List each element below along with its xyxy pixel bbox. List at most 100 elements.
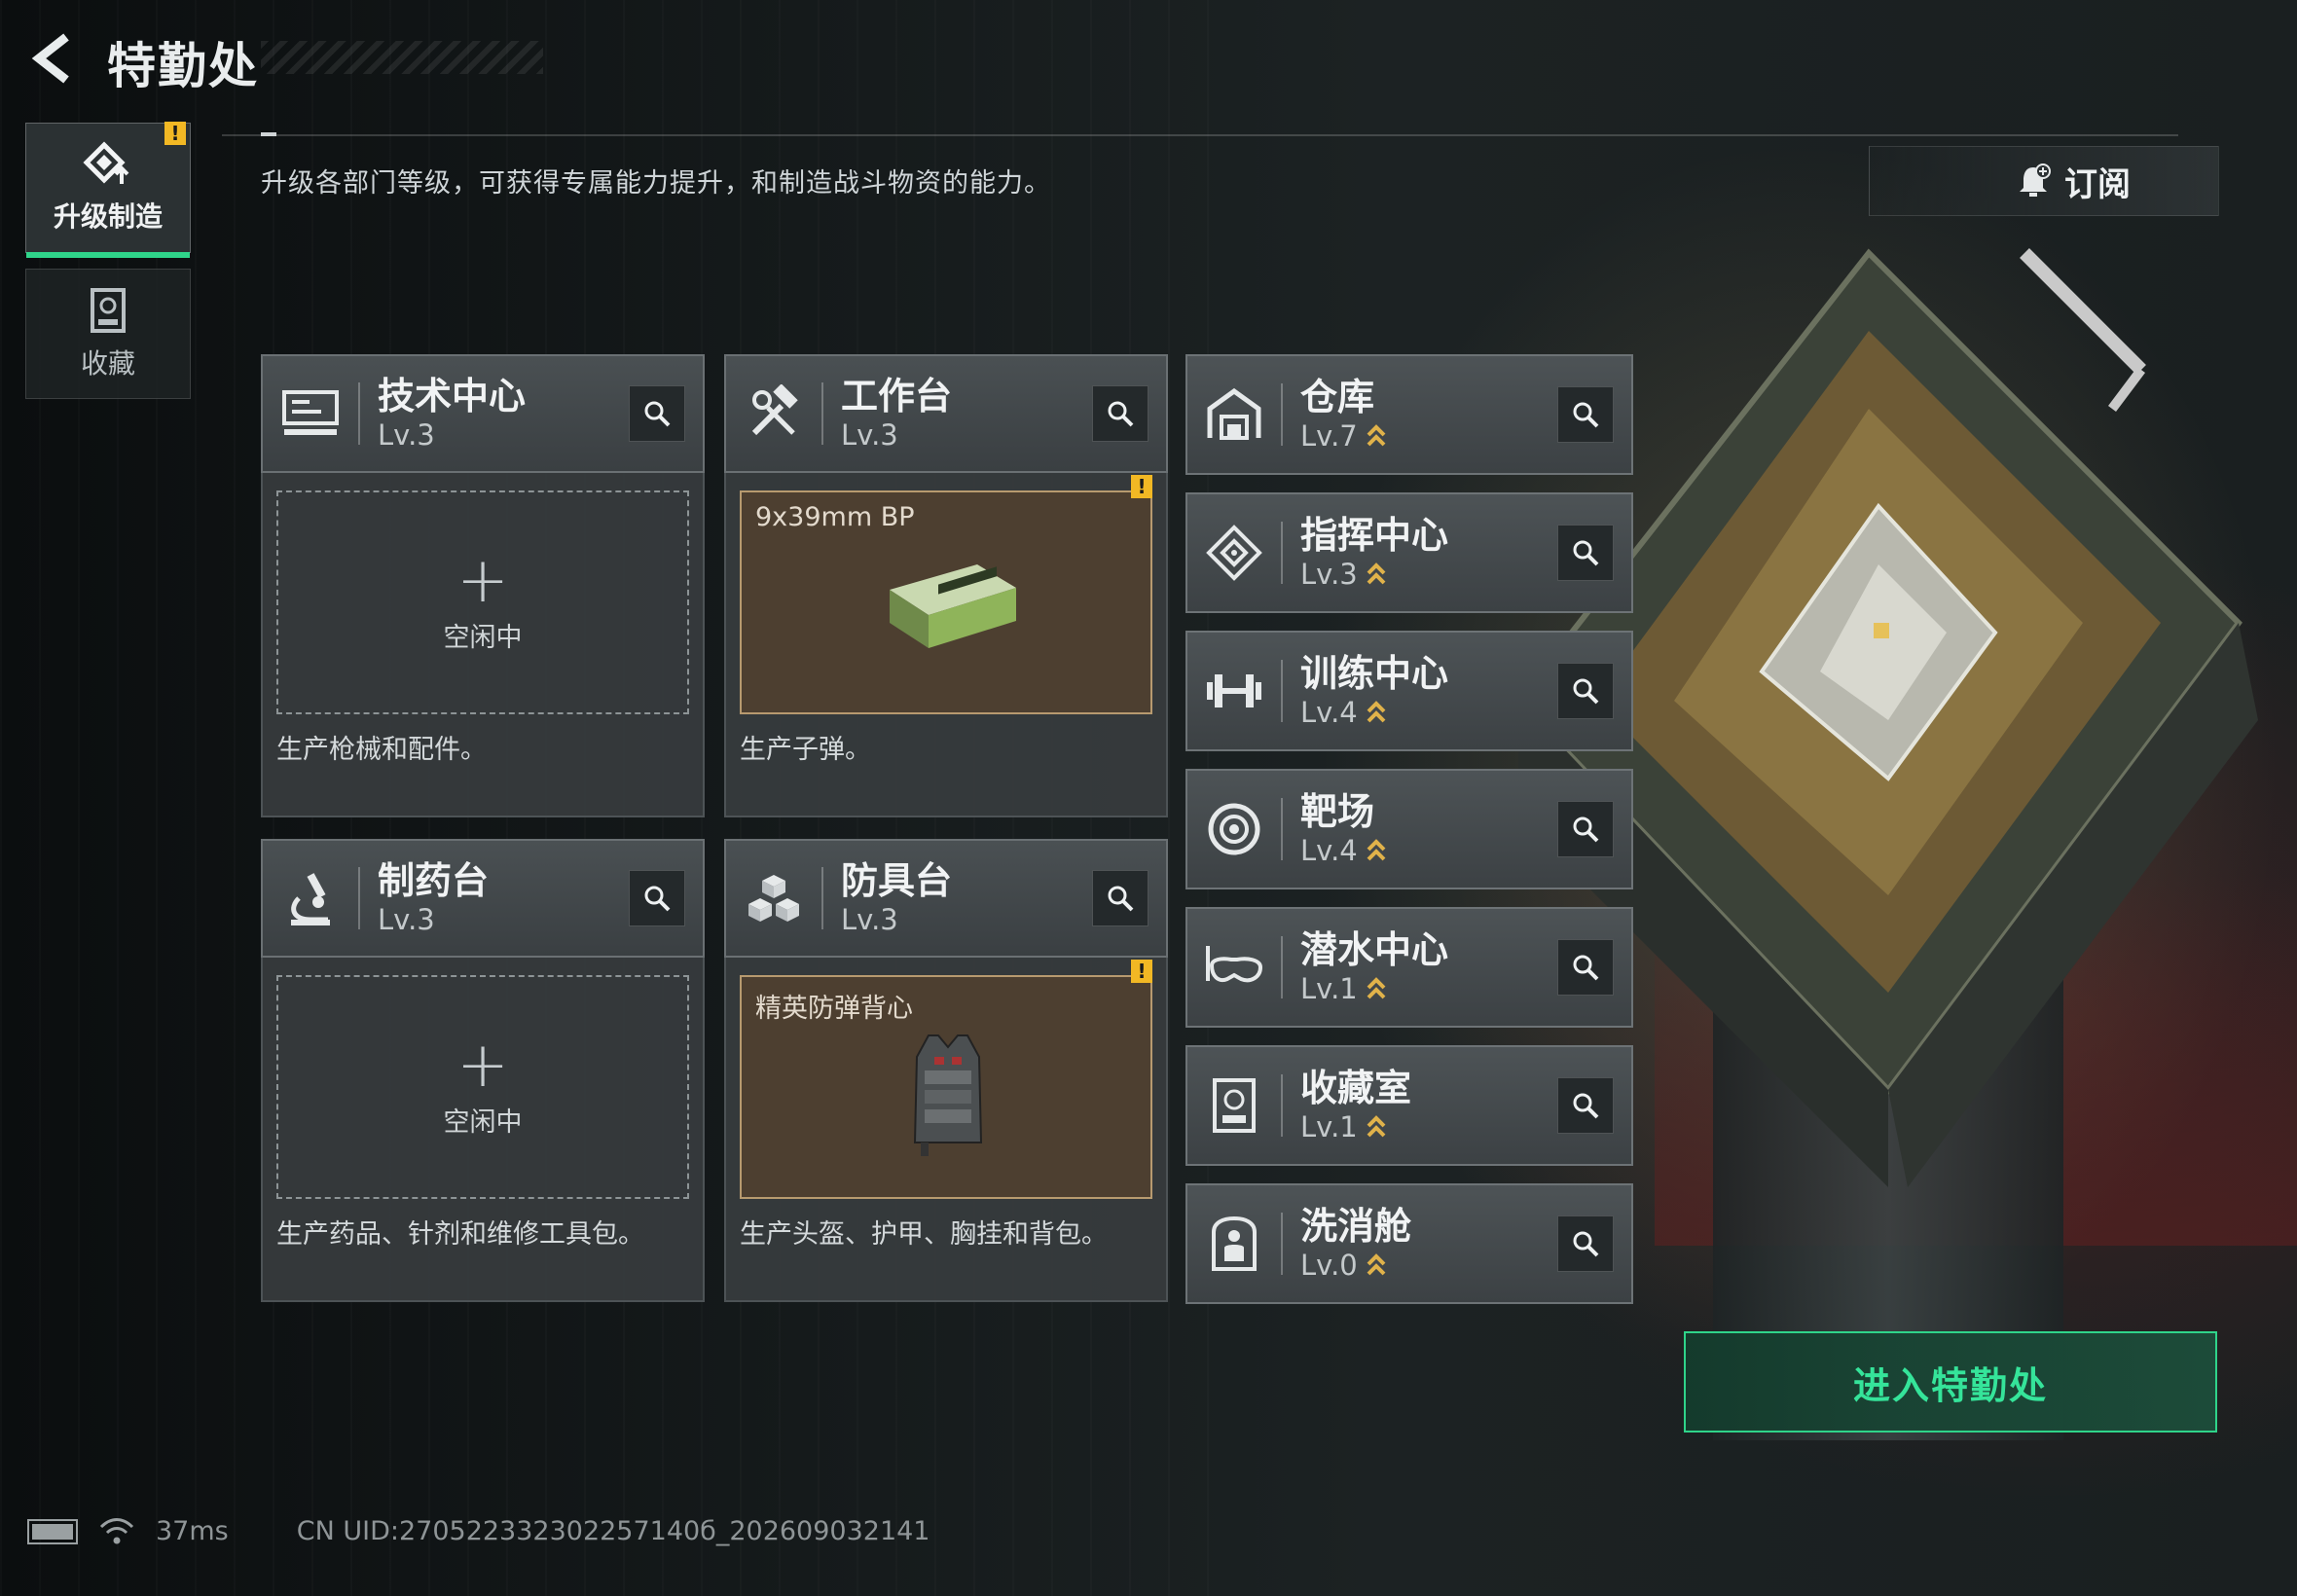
upgrade-chevron-icon <box>1367 562 1386 585</box>
back-button[interactable] <box>25 29 84 88</box>
station-header[interactable]: 制药台 Lv.3 <box>261 839 705 958</box>
craft-slot-item[interactable]: ! 精英防弹背心 <box>740 960 1152 1199</box>
search-button[interactable] <box>629 385 685 442</box>
search-icon <box>1573 1093 1599 1119</box>
search-button[interactable] <box>1557 1215 1614 1272</box>
facility-name: 潜水中心 <box>1300 928 1449 971</box>
facility-shooting-range[interactable]: 靶场 Lv.4 <box>1185 769 1633 889</box>
upgrade-chevron-icon <box>1367 701 1386 723</box>
craft-slot-item[interactable]: ! 9x39mm BP <box>740 475 1152 714</box>
craft-slot-empty[interactable]: + 空闲中 <box>276 975 689 1199</box>
facility-level: Lv.4 <box>1300 834 1358 867</box>
status-bar: 37ms CN UID:270522332302257140б_20260903… <box>27 1516 930 1546</box>
search-icon <box>1573 955 1599 981</box>
search-icon <box>1573 402 1599 428</box>
decon-pod-icon <box>1212 1215 1257 1271</box>
tab-collection-label: 收藏 <box>80 347 135 380</box>
facility-name: 指挥中心 <box>1300 514 1449 557</box>
station-description: 生产子弹。 <box>740 735 871 765</box>
item-name: 9x39mm BP <box>755 502 915 532</box>
station-header[interactable]: 工作台 Lv.3 <box>724 354 1168 473</box>
facility-decon-pod[interactable]: 洗消舱 Lv.0 <box>1185 1183 1633 1304</box>
facility-diving-center[interactable]: 潜水中心 Lv.1 <box>1185 907 1633 1028</box>
station-name: 防具台 <box>841 859 953 902</box>
search-button[interactable] <box>1557 1077 1614 1134</box>
facility-collection-room[interactable]: 收藏室 Lv.1 <box>1185 1045 1633 1166</box>
search-button[interactable] <box>1557 386 1614 443</box>
warehouse-icon <box>1207 387 1261 440</box>
search-icon <box>1573 816 1599 843</box>
upgrade-chevron-icon <box>1367 1253 1386 1276</box>
station-description: 生产枪械和配件。 <box>276 735 487 765</box>
armor-vest-icon <box>913 1034 983 1156</box>
facility-level: Lv.7 <box>1300 419 1358 453</box>
facility-name: 训练中心 <box>1300 652 1449 695</box>
diving-mask-icon <box>1206 946 1263 983</box>
item-name: 精英防弹背心 <box>755 994 913 1024</box>
tab-collection[interactable]: 收藏 <box>25 269 191 399</box>
command-diamond-icon <box>1206 525 1262 581</box>
facility-level: Lv.4 <box>1300 696 1358 729</box>
add-icon: + <box>456 544 509 617</box>
facility-level: Lv.0 <box>1300 1249 1358 1282</box>
search-icon <box>1573 678 1599 705</box>
search-button[interactable] <box>1557 801 1614 857</box>
subscribe-button[interactable]: 订阅 <box>1869 146 2219 216</box>
add-icon: + <box>456 1029 509 1102</box>
title-decoration <box>261 41 543 74</box>
search-button[interactable] <box>1557 939 1614 996</box>
station-name: 制药台 <box>378 859 490 902</box>
search-button[interactable] <box>629 870 685 926</box>
station-description: 生产头盔、护甲、胸挂和背包。 <box>740 1219 1108 1250</box>
upgrade-chevron-icon <box>1367 977 1386 999</box>
station-header[interactable]: 技术中心 Lv.3 <box>261 354 705 473</box>
bell-plus-icon <box>2020 163 2051 197</box>
ping-value: 37ms <box>156 1516 229 1546</box>
station-tech-center: 技术中心 Lv.3 + 空闲中 生产枪械和配件。 <box>261 354 705 817</box>
search-button[interactable] <box>1092 385 1148 442</box>
facility-name: 仓库 <box>1300 376 1375 418</box>
alert-badge: ! <box>1131 475 1152 498</box>
facility-warehouse[interactable]: 仓库 Lv.7 <box>1185 354 1633 475</box>
station-header[interactable]: 防具台 Lv.3 <box>724 839 1168 958</box>
facility-level: Lv.1 <box>1300 1110 1358 1143</box>
search-icon <box>1573 1231 1599 1257</box>
station-name: 工作台 <box>841 375 953 417</box>
hammer-wrench-icon <box>751 384 798 436</box>
facility-level: Lv.3 <box>1300 558 1358 591</box>
subscribe-label: 订阅 <box>2064 164 2131 204</box>
station-body: + 空闲中 生产药品、针剂和维修工具包。 <box>261 958 705 1302</box>
ammo-box-icon <box>890 564 1016 648</box>
upgrade-chevron-icon <box>1367 839 1386 861</box>
tab-upgrade-craft-label: 升级制造 <box>53 200 163 233</box>
facility-name: 收藏室 <box>1300 1067 1412 1109</box>
facility-training-center[interactable]: 训练中心 Lv.4 <box>1185 631 1633 751</box>
facility-level: Lv.1 <box>1300 972 1358 1005</box>
search-icon <box>644 401 671 427</box>
facility-name: 洗消舱 <box>1300 1205 1412 1248</box>
search-button[interactable] <box>1557 525 1614 581</box>
facility-name: 靶场 <box>1300 790 1375 833</box>
craft-slot-empty[interactable]: + 空闲中 <box>276 490 689 714</box>
enter-special-ops-button[interactable]: 进入特勤处 <box>1684 1331 2217 1433</box>
facility-command-center[interactable]: 指挥中心 Lv.3 <box>1185 492 1633 613</box>
upgrade-chevron-icon <box>1367 424 1386 447</box>
battery-icon <box>27 1518 78 1544</box>
station-body: ! 精英防弹背心 生产头盔、护甲、胸挂和背包。 <box>724 958 1168 1302</box>
page-description: 升级各部门等级，可获得专属能力提升，和制造战斗物资的能力。 <box>261 168 1051 199</box>
search-icon <box>1108 401 1134 427</box>
station-level: Lv.3 <box>378 903 435 936</box>
microscope-icon <box>291 873 330 925</box>
station-body: + 空闲中 生产枪械和配件。 <box>261 473 705 817</box>
header-divider-accent <box>261 132 276 136</box>
target-icon <box>1208 803 1260 855</box>
search-button[interactable] <box>1092 870 1148 926</box>
dumbbell-icon <box>1207 674 1261 707</box>
station-level: Lv.3 <box>378 418 435 452</box>
station-workbench: 工作台 Lv.3 ! 9x39mm BP 生产子弹。 <box>724 354 1168 817</box>
station-armor-bench: 防具台 Lv.3 ! 精英防弹背心 生产头盔、护甲、胸挂和背包。 <box>724 839 1168 1302</box>
station-name: 技术中心 <box>378 375 527 417</box>
tab-upgrade-craft[interactable]: ! 升级制造 <box>25 122 191 258</box>
search-button[interactable] <box>1557 663 1614 719</box>
armor-blocks-icon <box>748 875 799 922</box>
